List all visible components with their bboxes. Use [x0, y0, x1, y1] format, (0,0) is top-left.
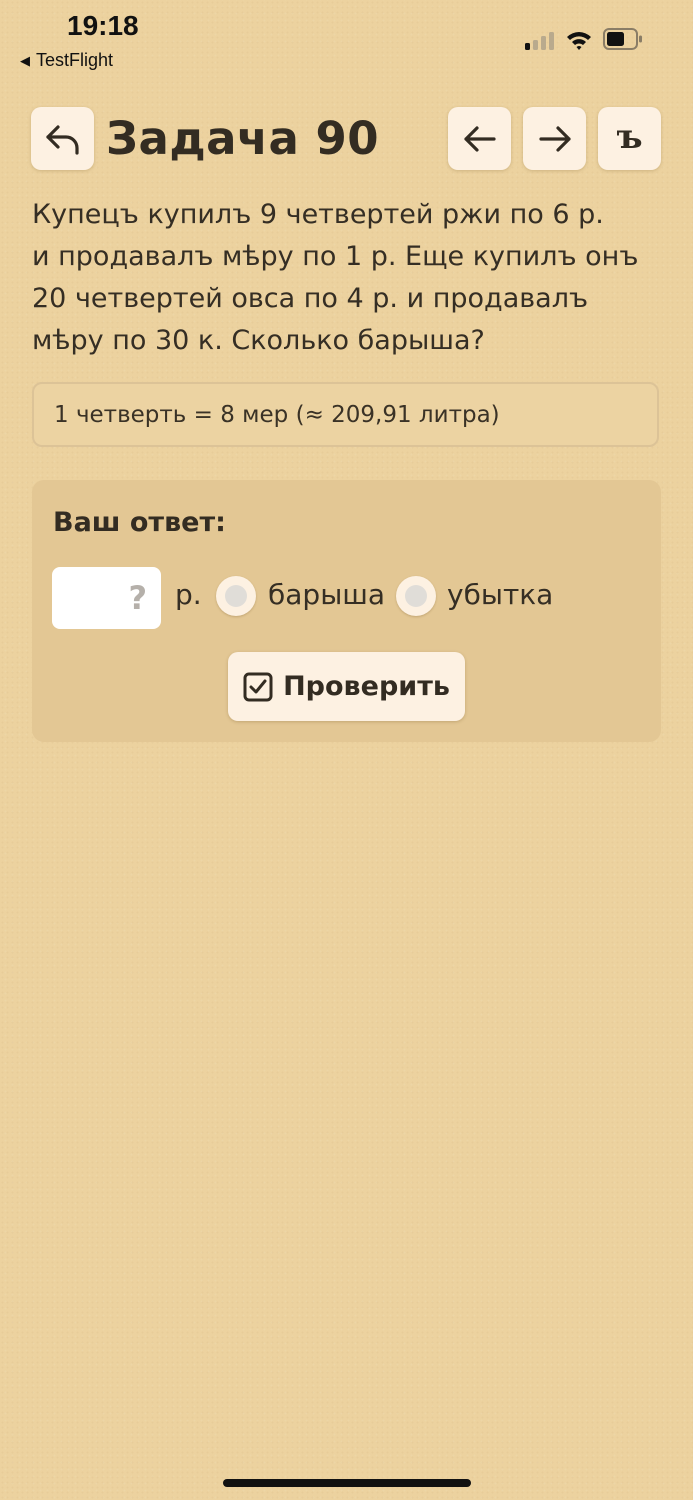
answer-panel: Ваш ответ: р. барыша убытка Проверить	[32, 480, 661, 742]
radio-dot	[405, 585, 427, 607]
problem-line: мѣру по 30 к. Сколько барыша?	[32, 325, 485, 356]
check-button-label: Проверить	[283, 671, 450, 702]
back-to-app-link[interactable]: ◀ TestFlight	[20, 50, 113, 71]
problem-line: и продавалъ мѣру по 1 р. Еще купилъ онъ	[32, 241, 639, 272]
answer-label: Ваш ответ:	[53, 507, 226, 538]
check-button[interactable]: Проверить	[228, 652, 465, 721]
radio-dot	[225, 585, 247, 607]
next-task-button[interactable]	[523, 107, 586, 170]
status-time: 19:18	[67, 10, 139, 41]
cellular-signal-icon	[525, 31, 557, 50]
arrow-right-icon	[538, 125, 571, 152]
home-indicator	[223, 1479, 471, 1487]
radio-profit-label[interactable]: барыша	[268, 578, 385, 611]
problem-line: Купецъ купилъ 9 четвертей ржи по 6 р.	[32, 199, 604, 230]
radio-loss[interactable]	[396, 576, 436, 616]
back-triangle-icon: ◀	[20, 52, 30, 68]
wifi-icon	[567, 32, 591, 50]
unit-label: р.	[175, 578, 202, 611]
radio-profit[interactable]	[216, 576, 256, 616]
hint-box: 1 четверть = 8 мер (≈ 209,91 литра)	[32, 382, 659, 447]
problem-text: Купецъ купилъ 9 четвертей ржи по 6 р. и …	[32, 194, 662, 362]
hint-text: 1 четверть = 8 мер (≈ 209,91 литра)	[54, 401, 500, 428]
yer-letter: ъ	[616, 116, 643, 157]
checkbox-icon	[243, 672, 273, 701]
back-app-label: TestFlight	[36, 50, 114, 70]
radio-loss-label[interactable]: убытка	[447, 578, 553, 611]
battery-icon	[603, 28, 642, 50]
prev-task-button[interactable]	[448, 107, 511, 170]
answer-input[interactable]	[52, 567, 161, 629]
problem-line: 20 четвертей овса по 4 р. и продавалъ	[32, 283, 589, 314]
orthography-toggle-button[interactable]: ъ	[598, 107, 661, 170]
undo-arrow-icon	[45, 124, 79, 155]
page-title: Задача 90	[106, 112, 380, 165]
arrow-left-icon	[463, 125, 496, 152]
back-button[interactable]	[31, 107, 94, 170]
